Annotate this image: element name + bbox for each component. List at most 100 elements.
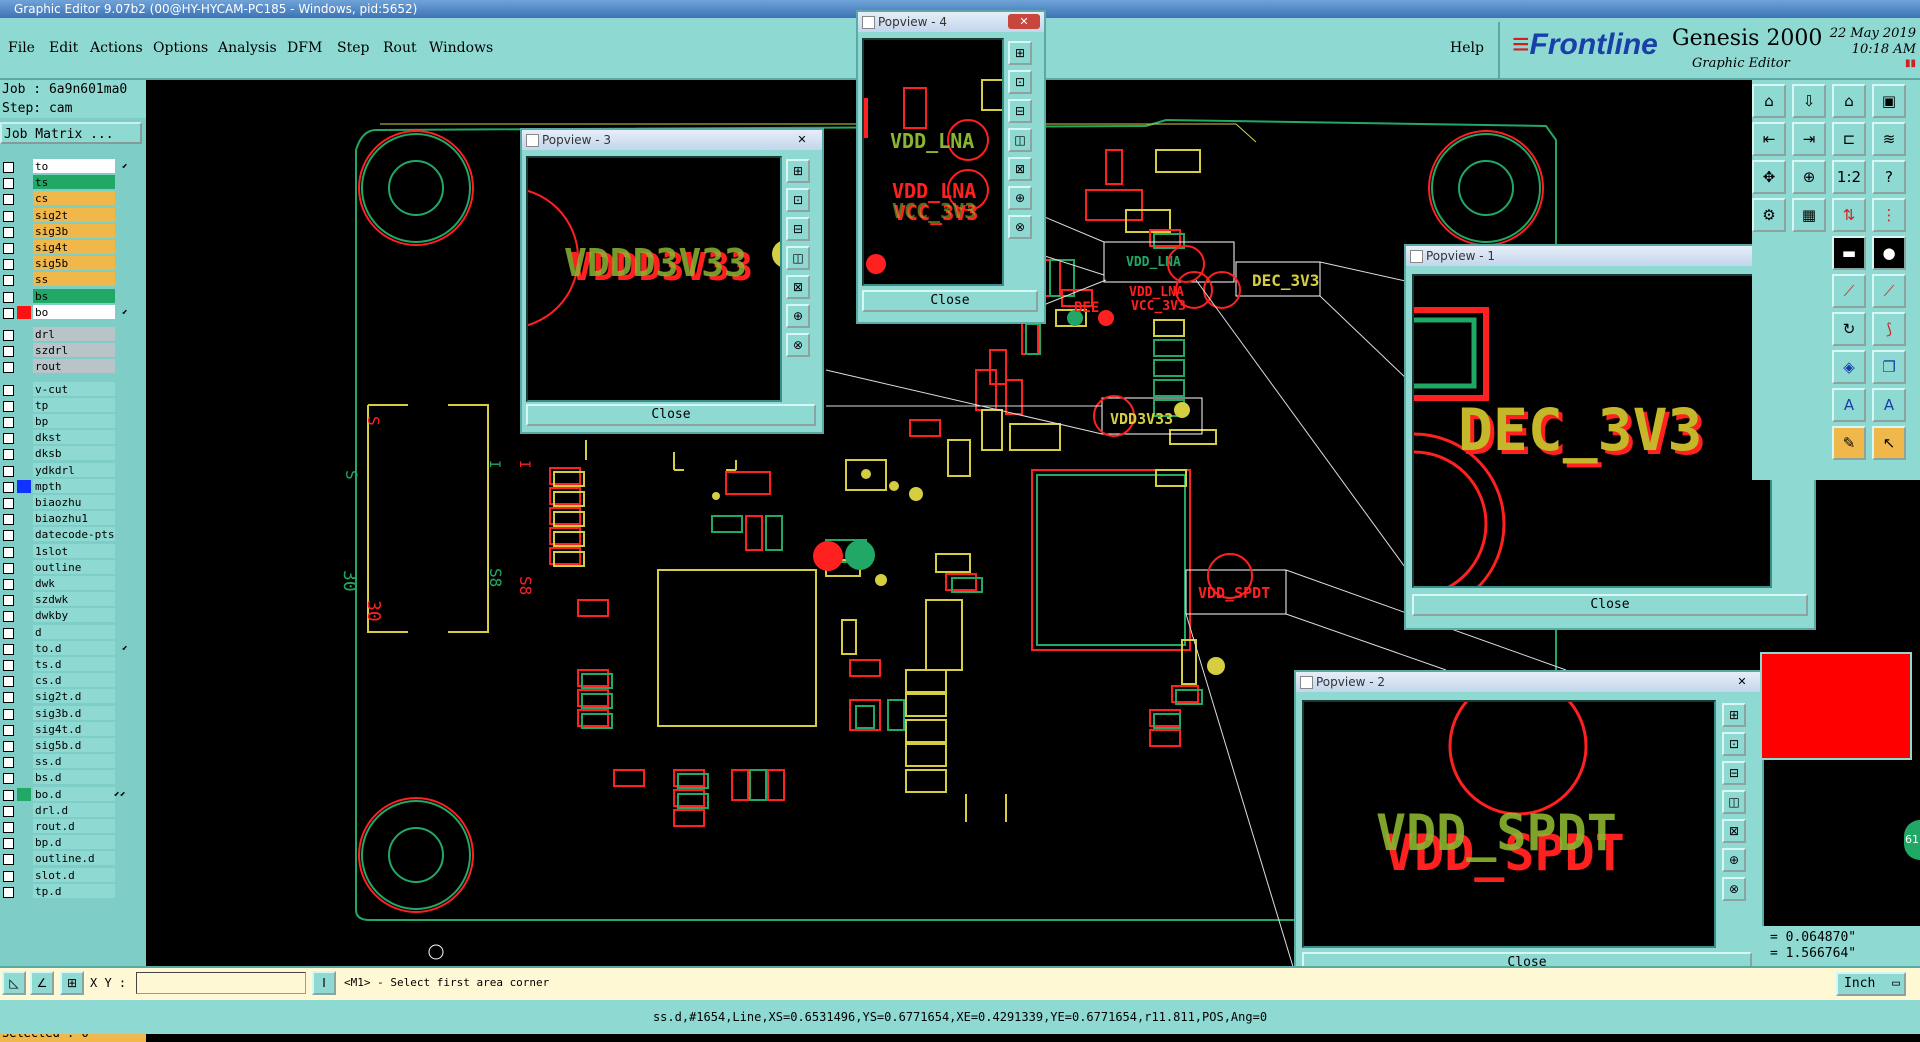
layer-row[interactable]: sig4t.d xyxy=(0,721,146,737)
layer-row[interactable]: cs xyxy=(0,191,146,206)
layer-affected-swatch[interactable] xyxy=(17,528,31,541)
layer-row[interactable]: bs xyxy=(0,288,146,304)
angle-mode-icon[interactable]: ∠ xyxy=(30,971,54,995)
menu-options[interactable]: Options xyxy=(153,40,208,56)
layer-affected-swatch[interactable] xyxy=(17,642,31,655)
popview-4-close-button[interactable]: Close xyxy=(862,290,1038,312)
layer-checkbox[interactable] xyxy=(3,838,14,850)
snap-icon[interactable]: ⋮ xyxy=(1872,198,1906,232)
popview-4-view[interactable]: VDD_LNA VDD_LNA VCC_3V3 VCC_3V3 xyxy=(862,38,1004,286)
zoom-in-icon[interactable]: ⊡ xyxy=(786,188,810,212)
pan-icon[interactable]: ◫ xyxy=(1722,790,1746,814)
layer-checkbox[interactable] xyxy=(3,307,14,319)
layer-checkbox[interactable] xyxy=(3,886,14,898)
pad-tool-icon[interactable]: ◈ xyxy=(1832,350,1866,384)
layer-row[interactable]: datecode-pts xyxy=(0,527,146,542)
layer-affected-swatch[interactable] xyxy=(17,804,31,817)
layer-checkbox[interactable] xyxy=(3,194,14,206)
layer-checkbox[interactable] xyxy=(3,330,14,341)
zoom-in-icon[interactable]: ⊡ xyxy=(1722,732,1746,756)
zoom-fit-icon[interactable]: ⊞ xyxy=(1722,703,1746,727)
edit-tool-icon[interactable]: ✎ xyxy=(1832,426,1866,460)
layer-checkbox[interactable] xyxy=(3,259,14,271)
layer-affected-swatch[interactable] xyxy=(17,787,31,801)
layer-checkbox[interactable] xyxy=(3,291,14,303)
layer-checkbox[interactable] xyxy=(3,643,14,655)
layer-affected-swatch[interactable] xyxy=(17,496,31,509)
layer-row[interactable]: tp.d xyxy=(0,883,146,899)
layer-checkbox[interactable] xyxy=(3,676,14,688)
layer-checkbox[interactable] xyxy=(3,822,14,833)
zoom-home-icon[interactable]: ⊠ xyxy=(1722,819,1746,843)
color-swatch[interactable] xyxy=(1760,652,1912,760)
layer-affected-swatch[interactable] xyxy=(17,328,31,341)
layer-affected-swatch[interactable] xyxy=(17,852,31,865)
measure-icon[interactable]: ⇅ xyxy=(1832,198,1866,232)
layer-affected-swatch[interactable] xyxy=(17,545,31,558)
popview-3[interactable]: Popview - 3 ✕ VDDD3V33 VDDD3V33 ⊞ ⊡ ⊟ ◫ … xyxy=(520,128,824,434)
layer-row[interactable]: drl xyxy=(0,327,146,342)
layer-affected-swatch[interactable] xyxy=(17,399,31,412)
grid-icon[interactable]: ▦ xyxy=(1792,198,1826,232)
snap-mode-icon[interactable]: ◺ xyxy=(2,971,26,995)
layer-checkbox[interactable] xyxy=(3,433,14,445)
layer-affected-swatch[interactable] xyxy=(17,690,31,703)
layer-row[interactable]: sig3b xyxy=(0,223,146,239)
layer-checkbox[interactable] xyxy=(3,724,14,736)
layer-affected-swatch[interactable] xyxy=(17,176,31,189)
layer-row[interactable]: tp xyxy=(0,397,146,413)
menu-actions[interactable]: Actions xyxy=(90,40,143,56)
layer-checkbox[interactable] xyxy=(3,362,14,374)
layer-row[interactable]: bp.d xyxy=(0,835,146,850)
layer-affected-swatch[interactable] xyxy=(17,447,31,460)
zoom-fit-icon[interactable]: ⊞ xyxy=(1008,41,1032,65)
layer-affected-swatch[interactable] xyxy=(17,383,31,396)
layer-affected-swatch[interactable] xyxy=(17,290,31,303)
layer-affected-swatch[interactable] xyxy=(17,415,31,428)
menu-help[interactable]: Help xyxy=(1450,40,1484,56)
layer-checkbox[interactable] xyxy=(3,275,14,287)
layer-checkbox[interactable] xyxy=(3,741,14,752)
layer-row[interactable]: szdwk xyxy=(0,592,146,607)
layer-checkbox[interactable] xyxy=(3,162,14,173)
pan-left-icon[interactable]: ⇤ xyxy=(1752,122,1786,156)
fill-icon[interactable]: ● xyxy=(1872,236,1906,270)
layer-row[interactable]: sig3b.d xyxy=(0,705,146,721)
popview-3-titlebar[interactable]: Popview - 3 ✕ xyxy=(522,130,822,150)
layer-row[interactable]: dwk xyxy=(0,576,146,591)
zoom-out-icon[interactable]: ⊟ xyxy=(786,217,810,241)
layer-checkbox[interactable] xyxy=(3,530,14,542)
layer-row[interactable]: ts xyxy=(0,175,146,190)
fit-all-icon[interactable]: ⊕ xyxy=(1008,186,1032,210)
grid-mode-icon[interactable]: ⊞ xyxy=(60,971,84,995)
pan-icon[interactable]: ◫ xyxy=(1008,128,1032,152)
layer-checkbox[interactable] xyxy=(3,400,14,412)
zoom-fit-icon[interactable]: ⊞ xyxy=(786,159,810,183)
layer-row[interactable]: d xyxy=(0,624,146,640)
zoom-in-icon[interactable]: ⊡ xyxy=(1008,70,1032,94)
zoom-area-icon[interactable]: ⊗ xyxy=(1722,877,1746,901)
layer-affected-swatch[interactable] xyxy=(17,305,31,319)
layer-affected-swatch[interactable] xyxy=(17,674,31,687)
layer-affected-swatch[interactable] xyxy=(17,241,31,254)
zoom-area-icon[interactable]: ⊗ xyxy=(786,333,810,357)
layer-row[interactable]: dksb xyxy=(0,446,146,461)
layer-affected-swatch[interactable] xyxy=(17,257,31,270)
menu-edit[interactable]: Edit xyxy=(49,40,78,56)
home-icon[interactable]: ⌂ xyxy=(1752,84,1786,118)
layer-row[interactable]: rout xyxy=(0,359,146,374)
layer-row[interactable]: bs.d xyxy=(0,770,146,785)
layer-checkbox[interactable] xyxy=(3,417,14,428)
menu-dfm[interactable]: DFM xyxy=(287,40,322,56)
layer-checkbox[interactable] xyxy=(3,660,14,671)
layer-checkbox[interactable] xyxy=(3,243,14,254)
layer-row[interactable]: bo.d ⬋⬋ xyxy=(0,786,146,802)
menu-analysis[interactable]: Analysis xyxy=(218,40,277,56)
layer-affected-swatch[interactable] xyxy=(17,658,31,671)
layer-row[interactable]: ss xyxy=(0,272,146,287)
text-tool-a-icon[interactable]: A xyxy=(1832,388,1866,422)
layer-checkbox[interactable] xyxy=(3,611,14,623)
menu-windows[interactable]: Windows xyxy=(429,40,493,56)
layer-row[interactable]: 1slot xyxy=(0,543,146,559)
layer-affected-swatch[interactable] xyxy=(17,723,31,736)
